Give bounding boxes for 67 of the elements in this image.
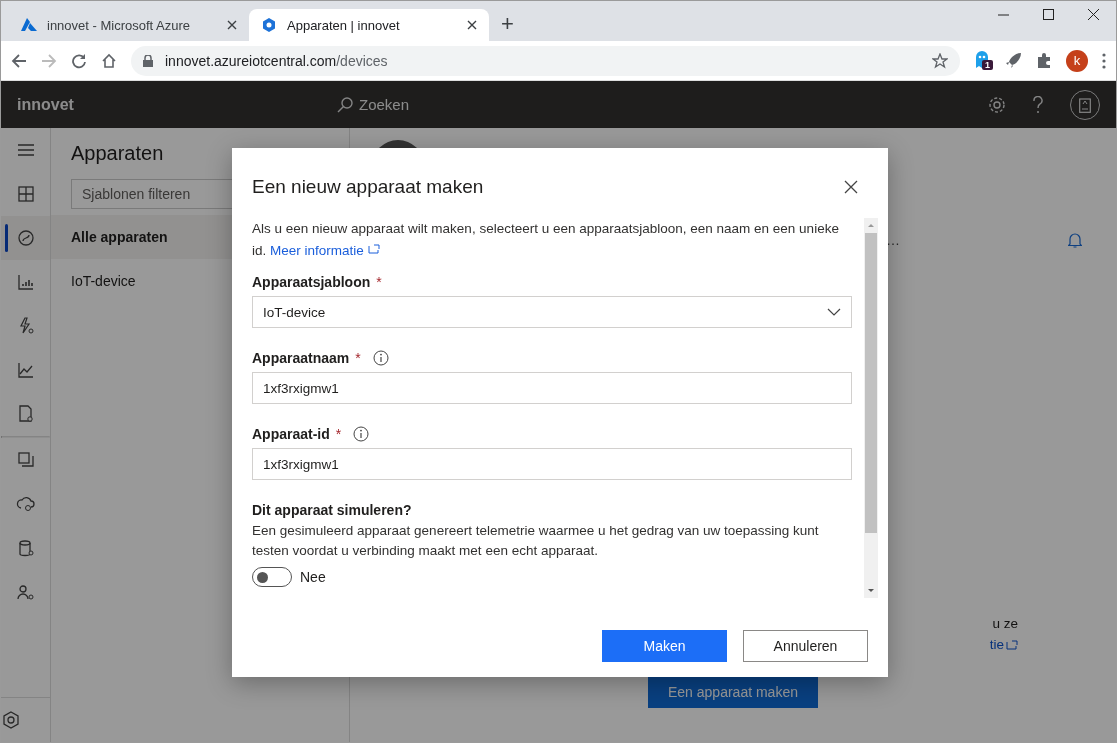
close-icon[interactable] <box>1088 9 1099 20</box>
simulate-description: Een gesimuleerd apparaat genereert telemetrie waarmee u het gedrag van uw toepassing kunt testen voordat u verbinding maakt met een echt apparaat. <box>252 522 820 560</box>
field-label: Apparaat-id <box>252 426 330 442</box>
bar-chart-icon <box>15 272 36 292</box>
nav-button[interactable] <box>1 216 50 260</box>
cancel-button[interactable]: Annuleren <box>743 630 868 662</box>
help-icon[interactable] <box>1032 95 1044 114</box>
lock-icon <box>143 54 153 67</box>
search-field[interactable]: Zoeken <box>337 96 988 113</box>
toggle-label: Nee <box>300 569 326 585</box>
cloud-icon <box>15 494 36 514</box>
profile-avatar[interactable]: k <box>1066 49 1088 72</box>
back-icon[interactable] <box>11 52 27 69</box>
tab-title: Apparaten | innovet <box>287 17 401 33</box>
input-field[interactable]: 1xf3rxigmw1 <box>252 372 852 404</box>
browser-tab[interactable]: innovet - Microsoft Azure <box>9 9 249 41</box>
rocket-icon[interactable] <box>1004 51 1022 70</box>
close-icon[interactable] <box>844 180 858 194</box>
toggle-switch[interactable] <box>252 567 292 587</box>
sidebar-title: Apparaten <box>71 142 165 165</box>
bell-icon[interactable] <box>1068 232 1082 248</box>
required-mark: * <box>376 274 382 290</box>
people-gear-icon <box>15 582 36 602</box>
star-icon[interactable] <box>932 52 948 69</box>
info-icon[interactable] <box>372 350 389 366</box>
id-badge-icon <box>1079 96 1091 113</box>
search-placeholder: Zoeken <box>359 96 410 113</box>
browser-tab[interactable]: Apparaten | innovet <box>249 9 489 41</box>
field-label: Apparaatnaam <box>252 350 350 366</box>
create-device-button[interactable]: Een apparaat maken <box>648 676 818 708</box>
extension-badge: 1 <box>982 59 993 70</box>
field-label: Apparaatsjabloon <box>252 274 371 290</box>
url-text: innovet.azureiotcentral.com/devices <box>165 52 389 69</box>
simulate-title: Dit apparaat simuleren? <box>252 502 413 518</box>
info-link[interactable]: tie <box>989 634 1018 655</box>
reload-icon[interactable] <box>71 52 87 69</box>
required-mark: * <box>355 350 361 366</box>
address-bar[interactable]: innovet.azureiotcentral.com/devices <box>131 45 960 76</box>
description-text: u ze <box>992 615 1018 633</box>
external-link-icon <box>1006 639 1018 650</box>
maximize-icon[interactable] <box>1043 9 1054 20</box>
settings-icon[interactable] <box>988 95 1006 114</box>
tab-title: innovet - Microsoft Azure <box>47 17 192 33</box>
puzzle-icon[interactable] <box>1036 52 1052 69</box>
template-dropdown[interactable]: IoT-device <box>252 296 852 328</box>
more-icon[interactable] <box>1102 52 1106 69</box>
line-chart-icon <box>15 360 36 380</box>
hexagon-gear-icon <box>1 710 21 730</box>
circle-device-icon <box>15 228 36 248</box>
input-field[interactable]: 1xf3rxigmw1 <box>252 448 852 480</box>
create-button[interactable]: Maken <box>602 630 727 662</box>
more-text[interactable]: … <box>886 232 900 248</box>
new-tab-button[interactable]: + <box>495 11 520 37</box>
triangle-logo-icon <box>21 18 37 32</box>
close-icon[interactable] <box>227 20 237 30</box>
info-icon[interactable] <box>353 426 370 442</box>
grid-icon <box>15 184 36 204</box>
app-name: innovet <box>17 95 75 114</box>
scrollbar[interactable] <box>864 218 878 598</box>
hexagon-logo-icon <box>261 17 277 33</box>
stacked-squares-icon <box>15 450 36 470</box>
home-icon[interactable] <box>101 52 117 69</box>
required-mark: * <box>335 426 342 442</box>
external-link-icon <box>367 244 380 254</box>
search-icon <box>337 96 353 113</box>
chevron-down-icon <box>827 308 841 316</box>
close-icon[interactable] <box>467 20 477 30</box>
